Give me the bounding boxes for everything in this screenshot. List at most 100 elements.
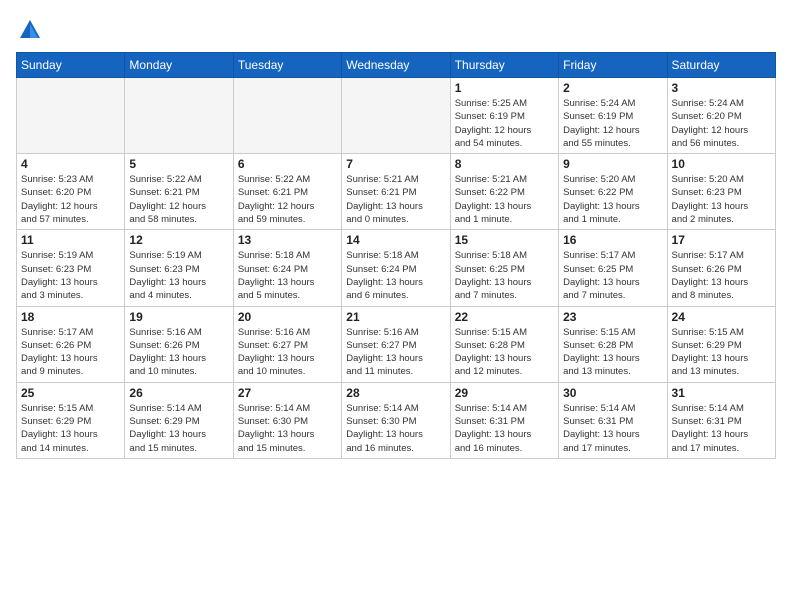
day-number: 14 — [346, 233, 445, 247]
day-info: Sunrise: 5:18 AM Sunset: 6:25 PM Dayligh… — [455, 249, 554, 302]
day-number: 13 — [238, 233, 337, 247]
day-number: 23 — [563, 310, 662, 324]
day-number: 8 — [455, 157, 554, 171]
day-info: Sunrise: 5:24 AM Sunset: 6:20 PM Dayligh… — [672, 97, 771, 150]
day-number: 28 — [346, 386, 445, 400]
day-info: Sunrise: 5:14 AM Sunset: 6:31 PM Dayligh… — [455, 402, 554, 455]
calendar-cell: 23 Sunrise: 5:15 AM Sunset: 6:28 PM Dayli… — [559, 306, 667, 382]
day-info: Sunrise: 5:21 AM Sunset: 6:22 PM Dayligh… — [455, 173, 554, 226]
weekday-header-friday: Friday — [559, 53, 667, 78]
day-number: 10 — [672, 157, 771, 171]
calendar-cell — [233, 78, 341, 154]
day-number: 31 — [672, 386, 771, 400]
day-info: Sunrise: 5:18 AM Sunset: 6:24 PM Dayligh… — [346, 249, 445, 302]
calendar-week-5: 25Sunrise: 5:15 AM Sunset: 6:29 PM Dayli… — [17, 382, 776, 458]
calendar-cell: 26 Sunrise: 5:14 AM Sunset: 6:29 PM Dayli… — [125, 382, 233, 458]
page-header — [16, 16, 776, 44]
day-number: 21 — [346, 310, 445, 324]
day-info: Sunrise: 5:14 AM Sunset: 6:30 PM Dayligh… — [346, 402, 445, 455]
calendar-cell: 22 Sunrise: 5:15 AM Sunset: 6:28 PM Dayli… — [450, 306, 558, 382]
day-number: 29 — [455, 386, 554, 400]
day-info: Sunrise: 5:15 AM Sunset: 6:29 PM Dayligh… — [672, 326, 771, 379]
calendar-cell: 18Sunrise: 5:17 AM Sunset: 6:26 PM Dayli… — [17, 306, 125, 382]
calendar-cell: 8 Sunrise: 5:21 AM Sunset: 6:22 PM Daylig… — [450, 154, 558, 230]
day-number: 7 — [346, 157, 445, 171]
day-info: Sunrise: 5:19 AM Sunset: 6:23 PM Dayligh… — [21, 249, 120, 302]
day-info: Sunrise: 5:15 AM Sunset: 6:28 PM Dayligh… — [455, 326, 554, 379]
calendar-cell: 9Sunrise: 5:20 AM Sunset: 6:22 PM Daylig… — [559, 154, 667, 230]
calendar-cell: 16 Sunrise: 5:17 AM Sunset: 6:25 PM Dayli… — [559, 230, 667, 306]
day-number: 27 — [238, 386, 337, 400]
day-info: Sunrise: 5:17 AM Sunset: 6:25 PM Dayligh… — [563, 249, 662, 302]
day-info: Sunrise: 5:24 AM Sunset: 6:19 PM Dayligh… — [563, 97, 662, 150]
calendar-week-3: 11 Sunrise: 5:19 AM Sunset: 6:23 PM Dayli… — [17, 230, 776, 306]
calendar-week-1: 1Sunrise: 5:25 AM Sunset: 6:19 PM Daylig… — [17, 78, 776, 154]
calendar-cell: 6Sunrise: 5:22 AM Sunset: 6:21 PM Daylig… — [233, 154, 341, 230]
day-number: 9 — [563, 157, 662, 171]
day-number: 15 — [455, 233, 554, 247]
weekday-header-monday: Monday — [125, 53, 233, 78]
calendar-cell: 10Sunrise: 5:20 AM Sunset: 6:23 PM Dayli… — [667, 154, 775, 230]
calendar-cell: 13 Sunrise: 5:18 AM Sunset: 6:24 PM Dayli… — [233, 230, 341, 306]
day-number: 26 — [129, 386, 228, 400]
day-number: 11 — [21, 233, 120, 247]
day-info: Sunrise: 5:18 AM Sunset: 6:24 PM Dayligh… — [238, 249, 337, 302]
day-number: 5 — [129, 157, 228, 171]
weekday-header-thursday: Thursday — [450, 53, 558, 78]
weekday-header-tuesday: Tuesday — [233, 53, 341, 78]
calendar-cell: 7 Sunrise: 5:21 AM Sunset: 6:21 PM Daylig… — [342, 154, 450, 230]
day-info: Sunrise: 5:14 AM Sunset: 6:29 PM Dayligh… — [129, 402, 228, 455]
calendar-cell: 1Sunrise: 5:25 AM Sunset: 6:19 PM Daylig… — [450, 78, 558, 154]
logo-icon — [16, 16, 44, 44]
day-info: Sunrise: 5:17 AM Sunset: 6:26 PM Dayligh… — [21, 326, 120, 379]
day-number: 20 — [238, 310, 337, 324]
calendar-cell: 20Sunrise: 5:16 AM Sunset: 6:27 PM Dayli… — [233, 306, 341, 382]
day-number: 4 — [21, 157, 120, 171]
day-number: 2 — [563, 81, 662, 95]
day-number: 12 — [129, 233, 228, 247]
day-number: 6 — [238, 157, 337, 171]
calendar-cell: 11 Sunrise: 5:19 AM Sunset: 6:23 PM Dayli… — [17, 230, 125, 306]
calendar-cell — [342, 78, 450, 154]
day-number: 22 — [455, 310, 554, 324]
day-info: Sunrise: 5:15 AM Sunset: 6:28 PM Dayligh… — [563, 326, 662, 379]
calendar-week-2: 4 Sunrise: 5:23 AM Sunset: 6:20 PM Daylig… — [17, 154, 776, 230]
calendar-cell: 30 Sunrise: 5:14 AM Sunset: 6:31 PM Dayli… — [559, 382, 667, 458]
calendar-cell: 4 Sunrise: 5:23 AM Sunset: 6:20 PM Daylig… — [17, 154, 125, 230]
day-info: Sunrise: 5:21 AM Sunset: 6:21 PM Dayligh… — [346, 173, 445, 226]
day-info: Sunrise: 5:23 AM Sunset: 6:20 PM Dayligh… — [21, 173, 120, 226]
day-info: Sunrise: 5:17 AM Sunset: 6:26 PM Dayligh… — [672, 249, 771, 302]
calendar-cell: 27Sunrise: 5:14 AM Sunset: 6:30 PM Dayli… — [233, 382, 341, 458]
calendar-cell: 24 Sunrise: 5:15 AM Sunset: 6:29 PM Dayli… — [667, 306, 775, 382]
calendar-table: SundayMondayTuesdayWednesdayThursdayFrid… — [16, 52, 776, 459]
calendar-cell: 5 Sunrise: 5:22 AM Sunset: 6:21 PM Daylig… — [125, 154, 233, 230]
day-number: 17 — [672, 233, 771, 247]
calendar-cell: 2 Sunrise: 5:24 AM Sunset: 6:19 PM Daylig… — [559, 78, 667, 154]
calendar-cell: 15 Sunrise: 5:18 AM Sunset: 6:25 PM Dayli… — [450, 230, 558, 306]
weekday-header-wednesday: Wednesday — [342, 53, 450, 78]
calendar-cell: 17 Sunrise: 5:17 AM Sunset: 6:26 PM Dayli… — [667, 230, 775, 306]
calendar-cell: 12 Sunrise: 5:19 AM Sunset: 6:23 PM Dayli… — [125, 230, 233, 306]
logo — [16, 16, 48, 44]
day-info: Sunrise: 5:14 AM Sunset: 6:31 PM Dayligh… — [563, 402, 662, 455]
calendar-cell: 25Sunrise: 5:15 AM Sunset: 6:29 PM Dayli… — [17, 382, 125, 458]
calendar-week-4: 18Sunrise: 5:17 AM Sunset: 6:26 PM Dayli… — [17, 306, 776, 382]
calendar-cell — [125, 78, 233, 154]
calendar-header-row: SundayMondayTuesdayWednesdayThursdayFrid… — [17, 53, 776, 78]
day-number: 30 — [563, 386, 662, 400]
day-number: 16 — [563, 233, 662, 247]
calendar-cell: 29 Sunrise: 5:14 AM Sunset: 6:31 PM Dayli… — [450, 382, 558, 458]
day-info: Sunrise: 5:22 AM Sunset: 6:21 PM Dayligh… — [129, 173, 228, 226]
day-number: 3 — [672, 81, 771, 95]
day-info: Sunrise: 5:15 AM Sunset: 6:29 PM Dayligh… — [21, 402, 120, 455]
day-info: Sunrise: 5:25 AM Sunset: 6:19 PM Dayligh… — [455, 97, 554, 150]
day-number: 24 — [672, 310, 771, 324]
calendar-cell: 3 Sunrise: 5:24 AM Sunset: 6:20 PM Daylig… — [667, 78, 775, 154]
day-info: Sunrise: 5:16 AM Sunset: 6:26 PM Dayligh… — [129, 326, 228, 379]
calendar-cell: 28 Sunrise: 5:14 AM Sunset: 6:30 PM Dayli… — [342, 382, 450, 458]
calendar-cell: 19Sunrise: 5:16 AM Sunset: 6:26 PM Dayli… — [125, 306, 233, 382]
calendar-cell: 14 Sunrise: 5:18 AM Sunset: 6:24 PM Dayli… — [342, 230, 450, 306]
calendar-cell — [17, 78, 125, 154]
day-info: Sunrise: 5:19 AM Sunset: 6:23 PM Dayligh… — [129, 249, 228, 302]
calendar-cell: 21Sunrise: 5:16 AM Sunset: 6:27 PM Dayli… — [342, 306, 450, 382]
